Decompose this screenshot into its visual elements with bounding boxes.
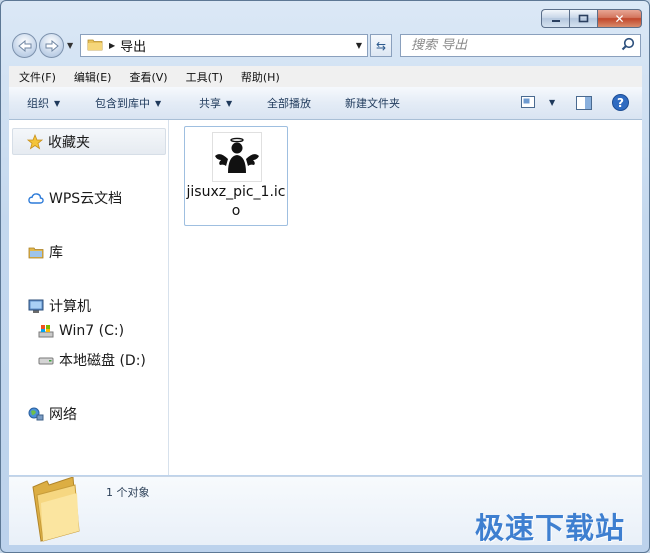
address-dropdown-icon[interactable]: ▼ xyxy=(356,41,362,50)
command-bar: 组织 ▼ 包含到库中 ▼ 共享 ▼ 全部播放 新建文件夹 ▼ ? xyxy=(9,87,642,120)
view-icon xyxy=(521,96,535,108)
arrow-right-icon xyxy=(45,39,59,52)
menu-view[interactable]: 查看(V) xyxy=(119,69,175,85)
nav-favorites[interactable]: 收藏夹 xyxy=(12,128,166,155)
nav-favorites-label: 收藏夹 xyxy=(48,134,90,151)
arrow-left-icon xyxy=(17,39,31,52)
play-all-label: 全部播放 xyxy=(267,97,311,110)
close-icon: ✕ xyxy=(614,11,625,26)
menu-tools[interactable]: 工具(T) xyxy=(176,69,231,85)
play-all-button[interactable]: 全部播放 xyxy=(267,95,311,111)
minimize-button[interactable] xyxy=(541,9,569,28)
folder-icon xyxy=(27,476,85,547)
angel-silhouette-icon xyxy=(215,137,259,173)
organize-label: 组织 xyxy=(27,97,49,110)
preview-pane-icon xyxy=(576,96,592,110)
menu-help[interactable]: 帮助(H) xyxy=(231,69,288,85)
help-button[interactable]: ? xyxy=(612,94,629,115)
menu-bar: 文件(F) 编辑(E) 查看(V) 工具(T) 帮助(H) xyxy=(9,66,642,88)
explorer-window: ✕ ▼ ▶ 导出 ▼ ⇆ 文件(F) 编辑(E) 查看(V) 工具(T) 帮助(… xyxy=(0,0,650,553)
item-count: 1 个对象 xyxy=(106,486,150,499)
breadcrumb-separator-icon[interactable]: ▶ xyxy=(109,41,115,50)
details-pane: 1 个对象 极速下载站 xyxy=(9,476,642,545)
nav-drive-d-label: 本地磁盘 (D:) xyxy=(59,353,146,369)
library-icon xyxy=(28,245,44,259)
share-label: 共享 xyxy=(199,97,221,110)
share-button[interactable]: 共享 ▼ xyxy=(199,95,232,111)
nav-computer-label: 计算机 xyxy=(49,299,91,315)
include-label: 包含到库中 xyxy=(95,97,150,110)
change-view-button[interactable]: ▼ xyxy=(521,96,555,108)
chevron-down-icon: ▼ xyxy=(549,97,556,107)
nav-library-label: 库 xyxy=(49,245,63,261)
include-in-library-button[interactable]: 包含到库中 ▼ xyxy=(95,95,161,111)
system-drive-icon xyxy=(38,324,54,339)
computer-icon xyxy=(28,299,44,314)
file-name: jisuxz_pic_1.ico xyxy=(186,184,286,219)
file-list-pane[interactable]: jisuxz_pic_1.ico xyxy=(169,120,642,475)
organize-button[interactable]: 组织 ▼ xyxy=(27,95,60,111)
nav-network[interactable]: 网络 xyxy=(28,404,77,424)
nav-wps-label: WPS云文档 xyxy=(49,191,123,207)
chevron-down-icon: ▼ xyxy=(54,98,61,108)
file-thumbnail xyxy=(212,132,262,182)
chevron-down-icon: ▼ xyxy=(155,98,162,108)
forward-button[interactable] xyxy=(39,33,64,58)
preview-pane-button[interactable] xyxy=(576,95,592,114)
file-item[interactable]: jisuxz_pic_1.ico xyxy=(184,126,288,226)
chevron-down-icon: ▼ xyxy=(226,98,233,108)
hard-drive-icon xyxy=(38,354,54,366)
recent-pages-dropdown[interactable]: ▼ xyxy=(67,41,73,50)
refresh-icon: ⇆ xyxy=(375,38,387,53)
maximize-button[interactable] xyxy=(569,9,597,28)
caption-buttons: ✕ xyxy=(541,9,642,28)
refresh-button[interactable]: ⇆ xyxy=(370,34,392,57)
menu-edit[interactable]: 编辑(E) xyxy=(64,69,120,85)
navigation-pane: 收藏夹 WPS云文档 库 计算机 Win7 (C:) 本地磁盘 (D:) 网络 xyxy=(9,120,169,475)
star-icon xyxy=(27,133,43,150)
cloud-icon xyxy=(28,192,44,205)
back-button[interactable] xyxy=(12,33,37,58)
folder-icon xyxy=(87,36,103,55)
new-folder-button[interactable]: 新建文件夹 xyxy=(345,95,400,111)
network-icon xyxy=(28,407,44,422)
search-icon[interactable] xyxy=(621,36,635,55)
close-button[interactable]: ✕ xyxy=(597,9,642,28)
minimize-icon xyxy=(551,19,560,22)
nav-computer[interactable]: 计算机 xyxy=(28,296,91,316)
search-box[interactable] xyxy=(400,34,641,57)
nav-drive-c[interactable]: Win7 (C:) xyxy=(38,323,124,339)
svg-text:?: ? xyxy=(617,96,624,110)
search-input[interactable] xyxy=(409,37,621,54)
breadcrumb-current[interactable]: 导出 xyxy=(120,36,146,55)
nav-drive-c-label: Win7 (C:) xyxy=(59,323,125,339)
nav-wps-cloud[interactable]: WPS云文档 xyxy=(28,188,122,208)
help-icon: ? xyxy=(612,94,629,111)
nav-network-label: 网络 xyxy=(49,407,77,423)
menu-file[interactable]: 文件(F) xyxy=(9,69,64,85)
nav-library[interactable]: 库 xyxy=(28,242,63,262)
nav-drive-d[interactable]: 本地磁盘 (D:) xyxy=(38,350,146,370)
watermark-logo: 极速下载站 xyxy=(475,511,626,545)
new-folder-label: 新建文件夹 xyxy=(345,97,400,110)
address-bar[interactable]: ▶ 导出 ▼ xyxy=(80,34,368,57)
maximize-icon xyxy=(578,14,589,23)
